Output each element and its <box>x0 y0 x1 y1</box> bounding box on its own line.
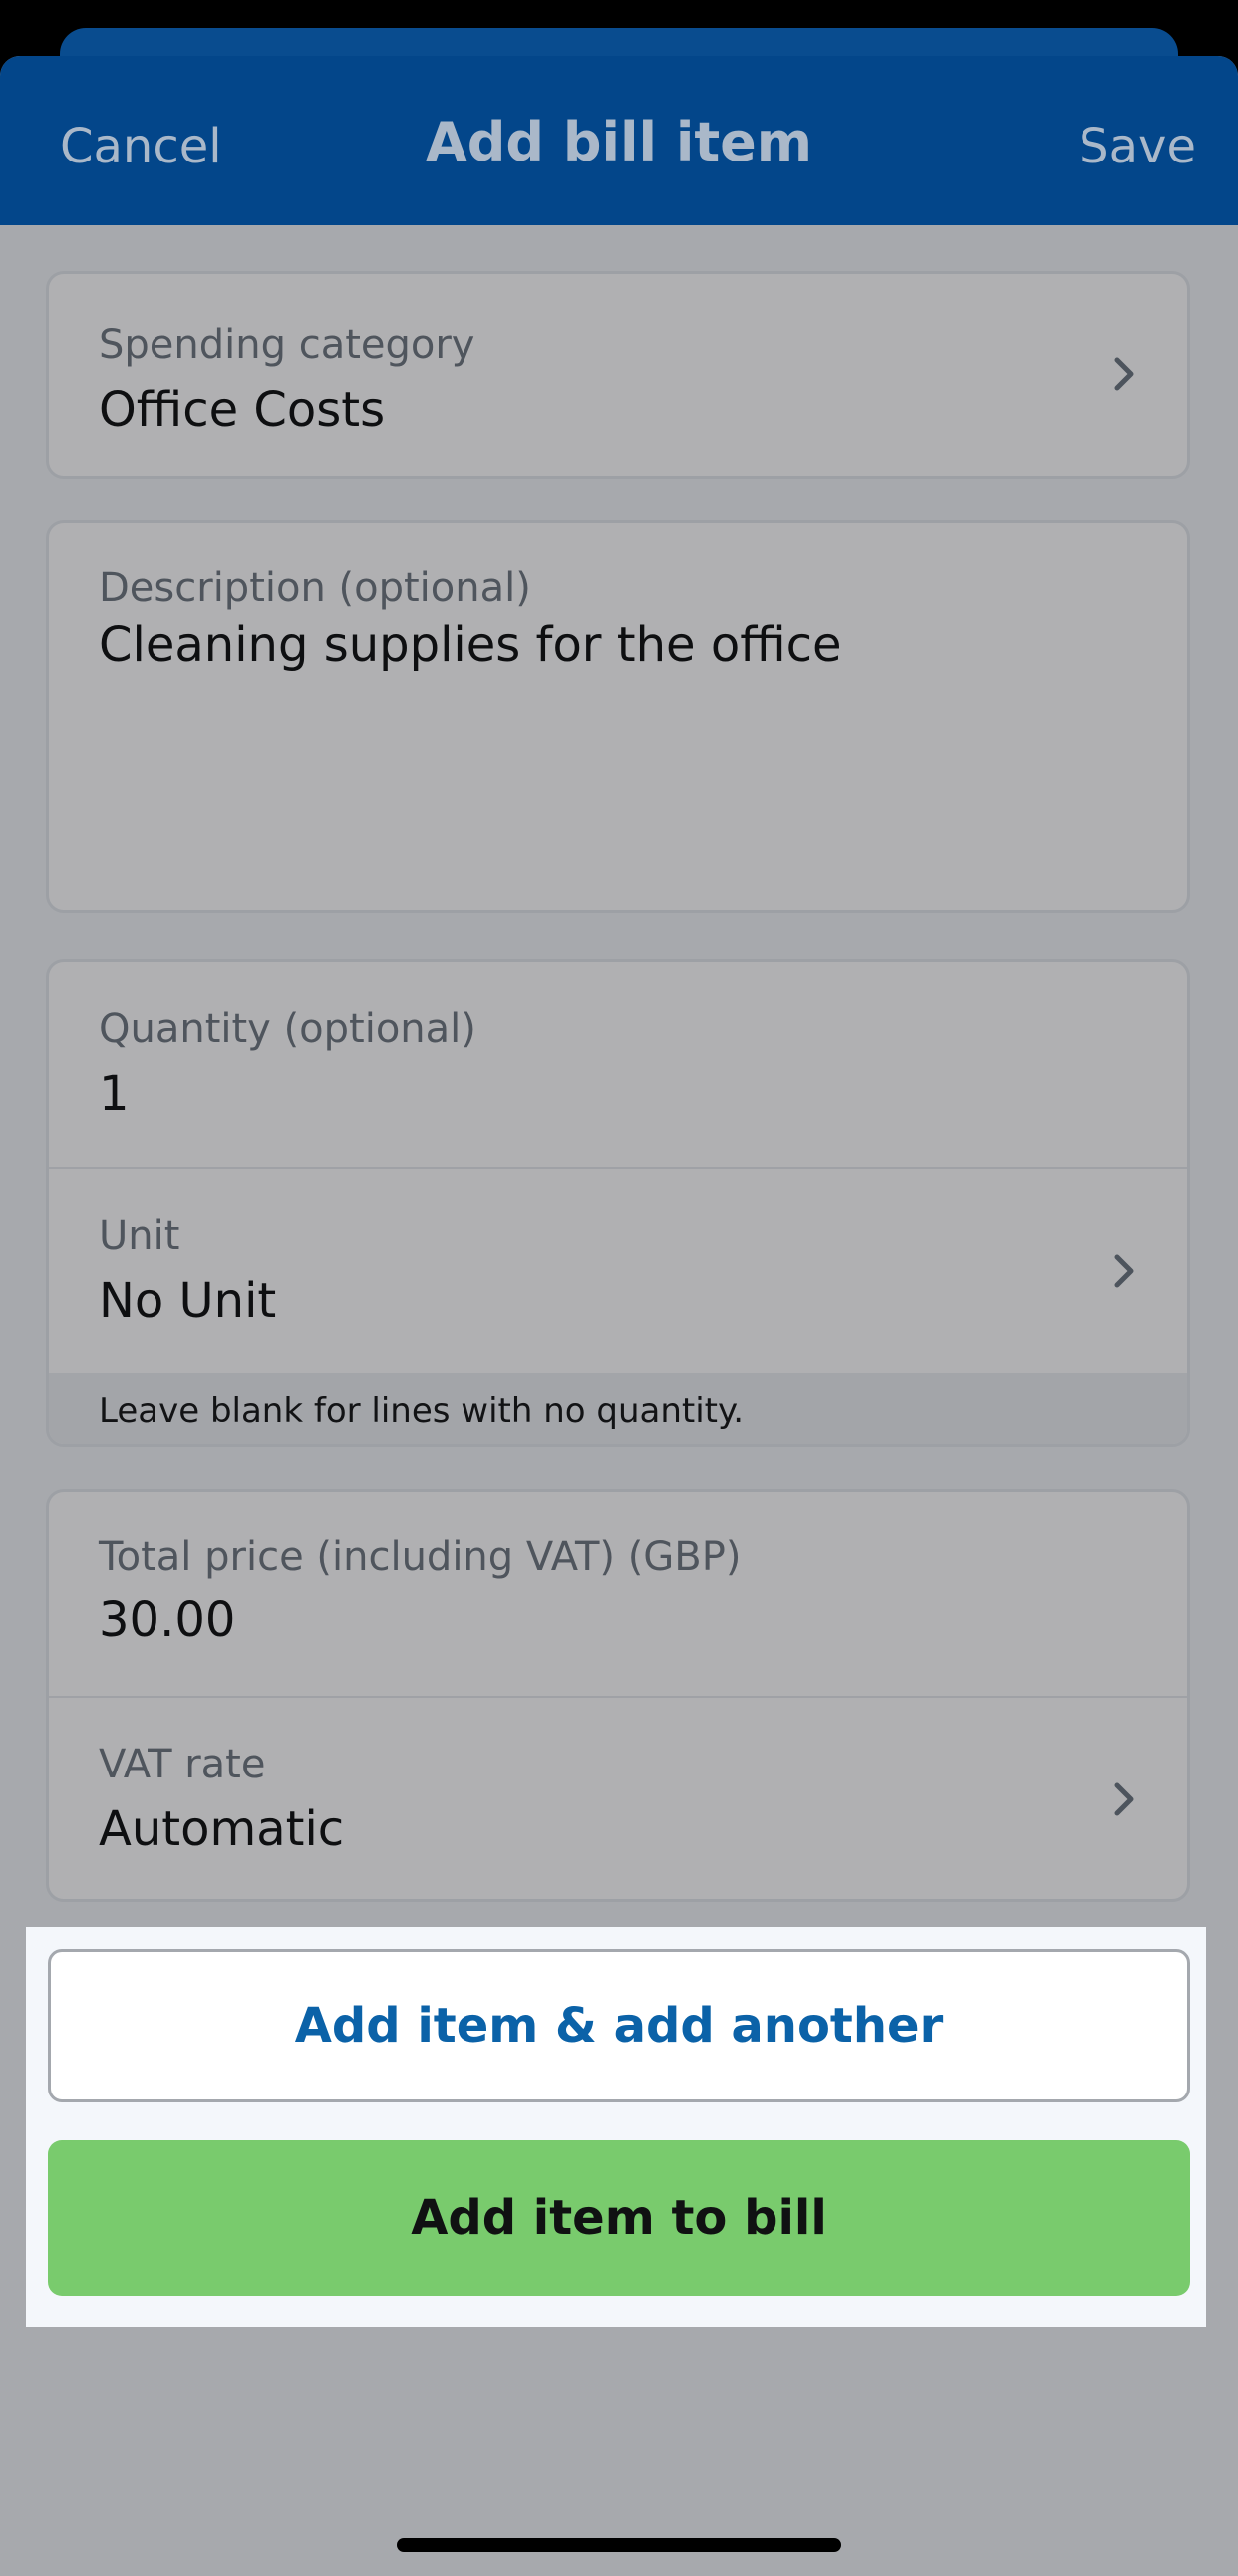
unit-label: Unit <box>99 1213 180 1259</box>
save-button[interactable]: Save <box>1079 112 1196 181</box>
quantity-unit-card: Quantity (optional) 1 Unit No Unit Leave… <box>46 959 1190 1447</box>
spending-category-label: Spending category <box>99 322 475 368</box>
quantity-helper-text: Leave blank for lines with no quantity. <box>99 1391 745 1431</box>
total-price-value: 30.00 <box>99 1592 236 1648</box>
total-price-label: Total price (including VAT) (GBP) <box>99 1534 742 1580</box>
quantity-helper: Leave blank for lines with no quantity. <box>49 1373 1187 1444</box>
total-price-field[interactable]: Total price (including VAT) (GBP) 30.00 <box>49 1492 1187 1696</box>
spending-category-value: Office Costs <box>99 382 386 438</box>
quantity-value: 1 <box>99 1066 130 1122</box>
home-indicator[interactable] <box>397 2538 841 2552</box>
chevron-right-icon <box>1114 357 1134 391</box>
quantity-label: Quantity (optional) <box>99 1006 476 1052</box>
description-label: Description (optional) <box>99 565 531 611</box>
vat-rate-label: VAT rate <box>99 1742 266 1787</box>
spending-category-row[interactable]: Spending category Office Costs <box>49 274 1187 476</box>
add-item-and-another-button[interactable]: Add item & add another <box>48 1949 1190 2102</box>
vat-rate-value: Automatic <box>99 1801 345 1857</box>
add-bill-item-sheet: Cancel Add bill item Save Spending categ… <box>0 56 1238 2576</box>
description-field[interactable]: Description (optional) Cleaning supplies… <box>49 523 1187 910</box>
chevron-right-icon <box>1114 1782 1134 1816</box>
spending-category-card: Spending category Office Costs <box>46 271 1190 479</box>
action-panel: Add item & add another Add item to bill <box>26 1927 1206 2327</box>
page-title: Add bill item <box>425 111 813 173</box>
unit-row[interactable]: Unit No Unit <box>49 1169 1187 1373</box>
vat-rate-row[interactable]: VAT rate Automatic <box>49 1698 1187 1899</box>
description-card: Description (optional) Cleaning supplies… <box>46 520 1190 913</box>
chevron-right-icon <box>1114 1254 1134 1288</box>
screen: Cancel Add bill item Save Spending categ… <box>0 0 1238 2576</box>
price-vat-card: Total price (including VAT) (GBP) 30.00 … <box>46 1489 1190 1902</box>
add-item-to-bill-button[interactable]: Add item to bill <box>48 2140 1190 2296</box>
quantity-field[interactable]: Quantity (optional) 1 <box>49 962 1187 1167</box>
navigation-bar: Cancel Add bill item Save <box>0 56 1238 225</box>
unit-value: No Unit <box>99 1273 277 1329</box>
description-value: Cleaning supplies for the office <box>99 617 842 673</box>
